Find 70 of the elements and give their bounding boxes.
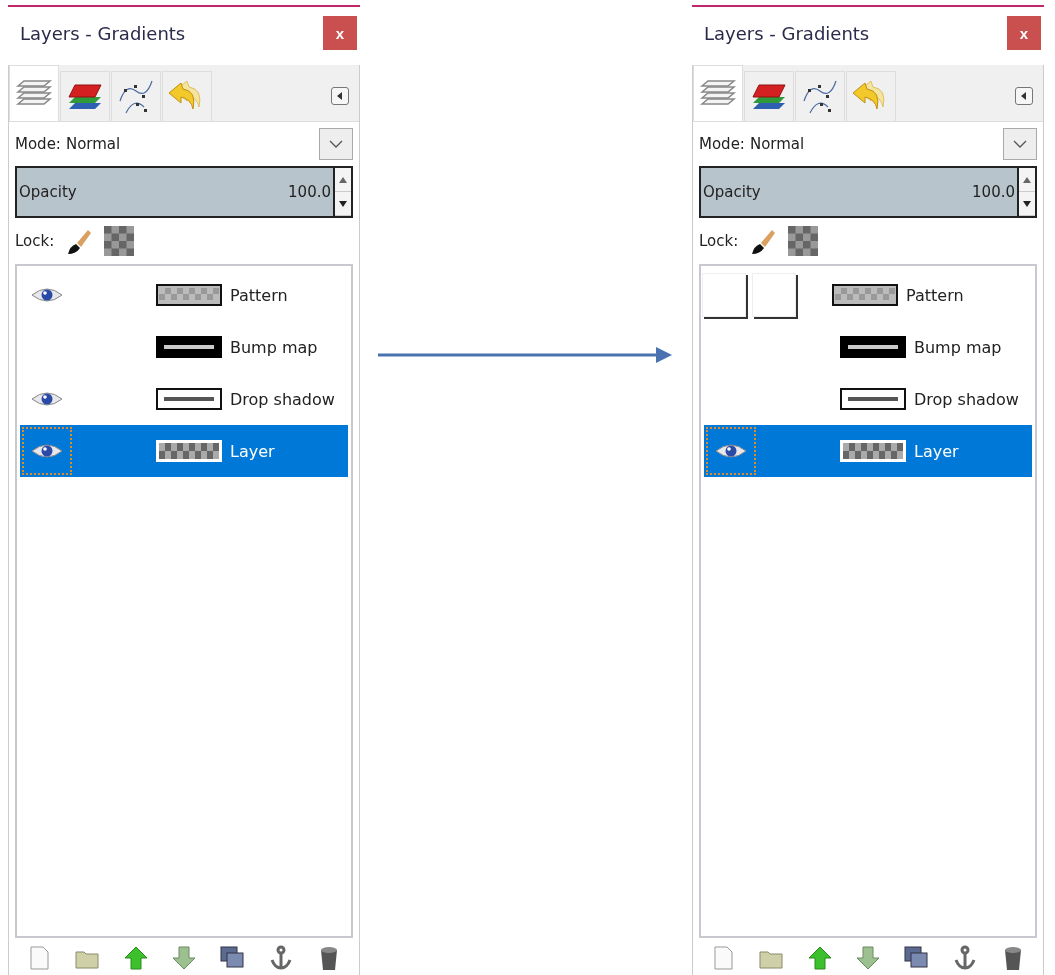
panel-title: Layers - Gradients	[20, 22, 186, 44]
layer-row[interactable]: Pattern	[704, 269, 1032, 321]
opacity-value: 100.0	[288, 183, 331, 201]
down-triangle-icon	[339, 200, 347, 207]
bump-map-thumbnail	[840, 336, 906, 358]
chevron-down-icon	[1013, 139, 1027, 149]
eye-icon[interactable]	[30, 285, 64, 305]
mode-label: Mode:	[699, 135, 745, 153]
dock-tab[interactable]	[795, 71, 845, 121]
close-button[interactable]: x	[1007, 16, 1041, 50]
mode-label: Mode:	[15, 135, 61, 153]
layer-row[interactable]: Bump map	[20, 321, 348, 373]
drop-shadow-thumbnail	[156, 388, 222, 410]
opacity-value: 100.0	[972, 183, 1015, 201]
dock-tab[interactable]	[111, 71, 161, 121]
layer-row[interactable]: Layer	[704, 425, 1032, 477]
layer-name: Bump map	[914, 337, 1002, 357]
layer-name: Pattern	[906, 285, 964, 305]
lock-label: Lock:	[699, 232, 739, 250]
bump-map-thumbnail	[156, 336, 222, 358]
chain-toggle[interactable]	[752, 273, 796, 317]
eye-icon[interactable]	[30, 441, 64, 461]
checkerboard-icon[interactable]	[104, 226, 135, 256]
layer-name: Drop shadow	[914, 389, 1019, 409]
layer-name: Layer	[230, 441, 275, 461]
layer-row[interactable]: Bump map	[704, 321, 1032, 373]
chevron-down-icon	[329, 139, 343, 149]
mode-value: Normal	[749, 135, 805, 153]
opacity-label: Opacity	[19, 183, 77, 201]
layer-row[interactable]: Drop shadow	[704, 373, 1032, 425]
up-triangle-icon	[1023, 176, 1031, 183]
checker-thumbnail	[156, 440, 222, 462]
down-arrow-icon[interactable]	[854, 944, 882, 972]
up-triangle-icon	[339, 176, 347, 183]
checkerboard-icon[interactable]	[788, 226, 819, 256]
left-triangle-icon	[335, 91, 345, 101]
layer-name: Bump map	[230, 337, 318, 357]
left-triangle-icon	[1019, 91, 1029, 101]
lock-label: Lock:	[15, 232, 55, 250]
dock-tab[interactable]	[60, 71, 110, 121]
spin-down-button[interactable]	[1019, 192, 1035, 216]
pattern-thumbnail	[832, 284, 898, 306]
panel-title: Layers - Gradients	[704, 22, 870, 44]
spin-up-button[interactable]	[335, 168, 351, 192]
down-arrow-icon[interactable]	[170, 944, 198, 972]
drop-shadow-thumbnail	[840, 388, 906, 410]
tab-menu-button[interactable]	[331, 87, 349, 105]
dock-tab[interactable]	[744, 71, 794, 121]
layer-name: Pattern	[230, 285, 288, 305]
pattern-thumbnail	[156, 284, 222, 306]
opacity-slider[interactable]: Opacity 100.0	[699, 166, 1037, 218]
checker-thumbnail	[840, 440, 906, 462]
opacity-slider[interactable]: Opacity 100.0	[15, 166, 353, 218]
close-button[interactable]: x	[323, 16, 357, 50]
layer-name: Drop shadow	[230, 389, 335, 409]
spin-down-button[interactable]	[335, 192, 351, 216]
layer-row[interactable]: Pattern	[20, 269, 348, 321]
down-triangle-icon	[1023, 200, 1031, 207]
eye-icon[interactable]	[714, 441, 748, 461]
eye-icon[interactable]	[30, 389, 64, 409]
layer-row[interactable]: Layer	[20, 425, 348, 477]
layer-row[interactable]: Drop shadow	[20, 373, 348, 425]
opacity-label: Opacity	[703, 183, 761, 201]
tab-menu-button[interactable]	[1015, 87, 1033, 105]
visibility-toggle[interactable]	[702, 273, 746, 317]
layer-name: Layer	[914, 441, 959, 461]
spin-up-button[interactable]	[1019, 168, 1035, 192]
dock-tab[interactable]	[9, 65, 59, 121]
mode-value: Normal	[65, 135, 121, 153]
dock-tab[interactable]	[693, 65, 743, 121]
